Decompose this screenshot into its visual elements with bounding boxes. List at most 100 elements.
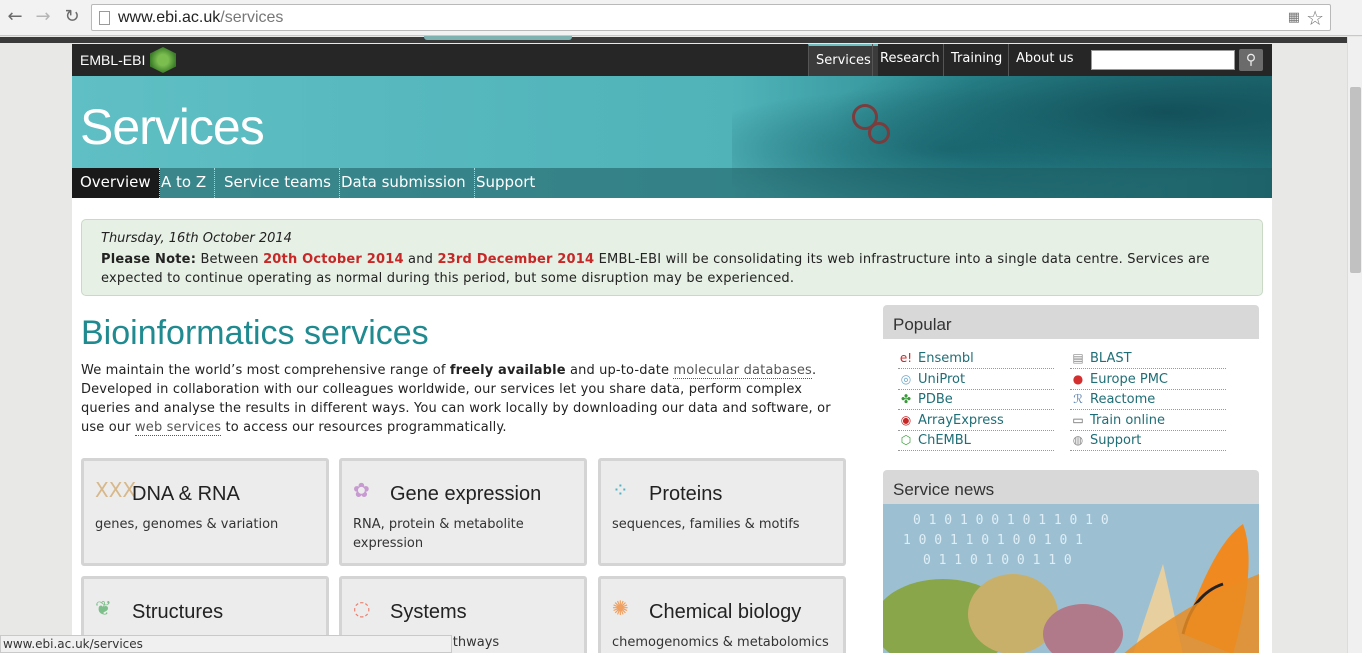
popular-link-label: Ensembl bbox=[918, 351, 974, 366]
url-text[interactable]: www.ebi.ac.uk/services bbox=[118, 9, 283, 27]
popular-link[interactable]: ▤ BLAST bbox=[1070, 349, 1226, 369]
service-card-title[interactable]: Structures bbox=[132, 601, 223, 624]
translate-icon[interactable]: ▦ bbox=[1288, 10, 1300, 25]
molecule-ring bbox=[868, 122, 890, 144]
proteins-icon: ⁘ bbox=[612, 478, 629, 502]
uniprot-icon: ◎ bbox=[900, 371, 912, 386]
ensembl-icon: e! bbox=[899, 351, 913, 365]
intro-paragraph: We maintain the world’s most comprehensi… bbox=[81, 361, 851, 437]
blast-icon: ▤ bbox=[1072, 351, 1084, 365]
notice-text: Please Note: Between 20th October 2014 a… bbox=[101, 250, 1241, 288]
masthead: Services Overview A to Z Service teams D… bbox=[72, 76, 1272, 198]
popular-link-label: UniProt bbox=[918, 371, 966, 387]
reload-icon[interactable]: ↻ bbox=[61, 6, 83, 28]
europe-pmc-icon: ● bbox=[1072, 371, 1084, 386]
structures-icon: ❦ bbox=[95, 596, 112, 620]
url-path: /services bbox=[220, 9, 284, 26]
service-card[interactable]: ⁘ Proteins sequences, families & motifs bbox=[598, 458, 846, 566]
page-content: EMBL-EBI Services Research Training Abou… bbox=[72, 44, 1272, 653]
service-card[interactable]: ✿ Gene expression RNA, protein & metabolit… bbox=[339, 458, 587, 566]
svg-text:0 1 1 0 1 0 0 1 1 0: 0 1 1 0 1 0 0 1 1 0 bbox=[923, 553, 1072, 568]
bookmark-star-icon[interactable]: ☆ bbox=[1306, 6, 1324, 30]
nav-about-us[interactable]: About us bbox=[1008, 44, 1081, 76]
notice-date-start: 20th October 2014 bbox=[263, 252, 404, 267]
systems-icon: ◌ bbox=[353, 596, 371, 620]
popular-panel: Popular e! Ensembl ◎ UniProt ✤ PDBe ◉ ArrayExpr… bbox=[883, 305, 1259, 455]
popular-link[interactable]: ⬡ ChEMBL bbox=[898, 431, 1054, 451]
notice-label: Please Note: bbox=[101, 252, 197, 267]
notice-date: Thursday, 16th October 2014 bbox=[101, 231, 292, 246]
tab-data-submission[interactable]: Data submission bbox=[333, 168, 475, 198]
intro-bold: freely available bbox=[449, 363, 566, 378]
page-icon bbox=[99, 11, 110, 25]
notice-between: Between bbox=[196, 252, 264, 267]
nav-research[interactable]: Research bbox=[872, 44, 947, 76]
chemical-biology-icon: ✺ bbox=[612, 596, 629, 620]
page-title: Services bbox=[80, 99, 265, 155]
popular-link[interactable]: ✤ PDBe bbox=[898, 390, 1054, 410]
svg-text:0 1 0 1 0 0 1 0 1 1 0 1 0: 0 1 0 1 0 0 1 0 1 1 0 1 0 bbox=[913, 513, 1109, 528]
popular-link-label: Train online bbox=[1090, 412, 1165, 428]
intro-text: and up-to-date bbox=[565, 363, 674, 378]
search-icon: ⚲ bbox=[1245, 52, 1257, 68]
service-card-desc: genes, genomes & variation bbox=[95, 517, 279, 532]
popular-link-label: ArrayExpress bbox=[918, 412, 1004, 428]
reactome-icon: ℛ bbox=[1073, 392, 1083, 406]
popular-link[interactable]: ● Europe PMC bbox=[1070, 370, 1226, 390]
status-bar-url: www.ebi.ac.uk/services bbox=[0, 635, 452, 653]
train-online-icon: ▭ bbox=[1072, 412, 1084, 427]
service-card-title[interactable]: DNA & RNA bbox=[132, 483, 240, 506]
search-input[interactable] bbox=[1091, 50, 1235, 70]
svg-text:1 0 0 1 1 0 1 0 0 1 0 1: 1 0 0 1 1 0 1 0 0 1 0 1 bbox=[903, 533, 1083, 548]
embl-ebi-logo-icon[interactable] bbox=[150, 47, 176, 73]
popular-link[interactable]: ℛ Reactome bbox=[1070, 390, 1226, 410]
gene-expression-icon: ✿ bbox=[353, 478, 370, 502]
service-card-desc: chemogenomics & metabolomics bbox=[612, 635, 829, 650]
service-card-title[interactable]: Proteins bbox=[649, 483, 722, 506]
support-icon: ◍ bbox=[1072, 433, 1084, 447]
local-nav: Overview A to Z Service teams Data submi… bbox=[72, 168, 1272, 198]
service-news-image[interactable]: 0 1 0 1 0 0 1 0 1 1 0 1 0 1 0 0 1 1 0 1 … bbox=[883, 504, 1259, 653]
molecular-databases-link[interactable]: molecular databases bbox=[673, 363, 812, 379]
section-heading: Bioinformatics services bbox=[81, 314, 429, 352]
popular-link-label: ChEMBL bbox=[918, 433, 971, 448]
service-card[interactable]: ✺ Chemical biology chemogenomics & metabol… bbox=[598, 576, 846, 653]
scrollbar[interactable] bbox=[1347, 37, 1362, 653]
address-bar[interactable]: www.ebi.ac.uk/services ▦ ☆ bbox=[91, 4, 1331, 31]
service-card-title[interactable]: Gene expression bbox=[390, 483, 541, 506]
popular-link[interactable]: ▭ Train online bbox=[1070, 411, 1226, 431]
popular-link[interactable]: ◉ ArrayExpress bbox=[898, 411, 1054, 431]
back-arrow-icon[interactable]: ← bbox=[4, 6, 26, 28]
notice-box: Thursday, 16th October 2014 Please Note:… bbox=[81, 219, 1263, 296]
popular-link-label: PDBe bbox=[918, 392, 953, 407]
chembl-icon: ⬡ bbox=[900, 433, 912, 447]
service-card-desc: sequences, families & motifs bbox=[612, 517, 800, 532]
notice-date-end: 23rd December 2014 bbox=[437, 252, 595, 267]
tab-support[interactable]: Support bbox=[468, 168, 543, 198]
notice-and: and bbox=[403, 252, 438, 267]
popular-link-label: BLAST bbox=[1090, 351, 1132, 366]
popular-link[interactable]: ◍ Support bbox=[1070, 431, 1226, 451]
news-illustration: 0 1 0 1 0 0 1 0 1 1 0 1 0 1 0 0 1 1 0 1 … bbox=[883, 504, 1259, 653]
tab-service-teams[interactable]: Service teams bbox=[216, 168, 340, 198]
browser-toolbar: ← → ↻ www.ebi.ac.uk/services ▦ ☆ bbox=[0, 0, 1362, 36]
web-services-link[interactable]: web services bbox=[135, 420, 222, 436]
embl-ebi-logo[interactable]: EMBL-EBI bbox=[80, 52, 145, 68]
service-news-panel: Service news 0 1 0 1 0 0 1 0 1 1 0 1 0 1… bbox=[883, 470, 1259, 653]
popular-link[interactable]: ◎ UniProt bbox=[898, 370, 1054, 390]
popular-link[interactable]: e! Ensembl bbox=[898, 349, 1054, 369]
nav-training[interactable]: Training bbox=[943, 44, 1009, 76]
service-card-desc: RNA, protein & metabolite expression bbox=[353, 517, 524, 551]
intro-text: to access our resources programmatically… bbox=[221, 420, 507, 435]
popular-heading: Popular bbox=[883, 305, 1259, 339]
service-card-title[interactable]: Systems bbox=[390, 601, 467, 624]
tab-a-to-z[interactable]: A to Z bbox=[153, 168, 216, 198]
dna-icon: XXX bbox=[95, 478, 137, 502]
nav-services[interactable]: Services bbox=[808, 44, 878, 76]
forward-arrow-icon[interactable]: → bbox=[32, 6, 54, 28]
scrollbar-thumb[interactable] bbox=[1350, 87, 1361, 273]
service-card[interactable]: XXX DNA & RNA genes, genomes & variation bbox=[81, 458, 329, 566]
search-button[interactable]: ⚲ bbox=[1239, 49, 1263, 71]
tab-overview[interactable]: Overview bbox=[72, 168, 160, 198]
service-card-title[interactable]: Chemical biology bbox=[649, 601, 801, 624]
